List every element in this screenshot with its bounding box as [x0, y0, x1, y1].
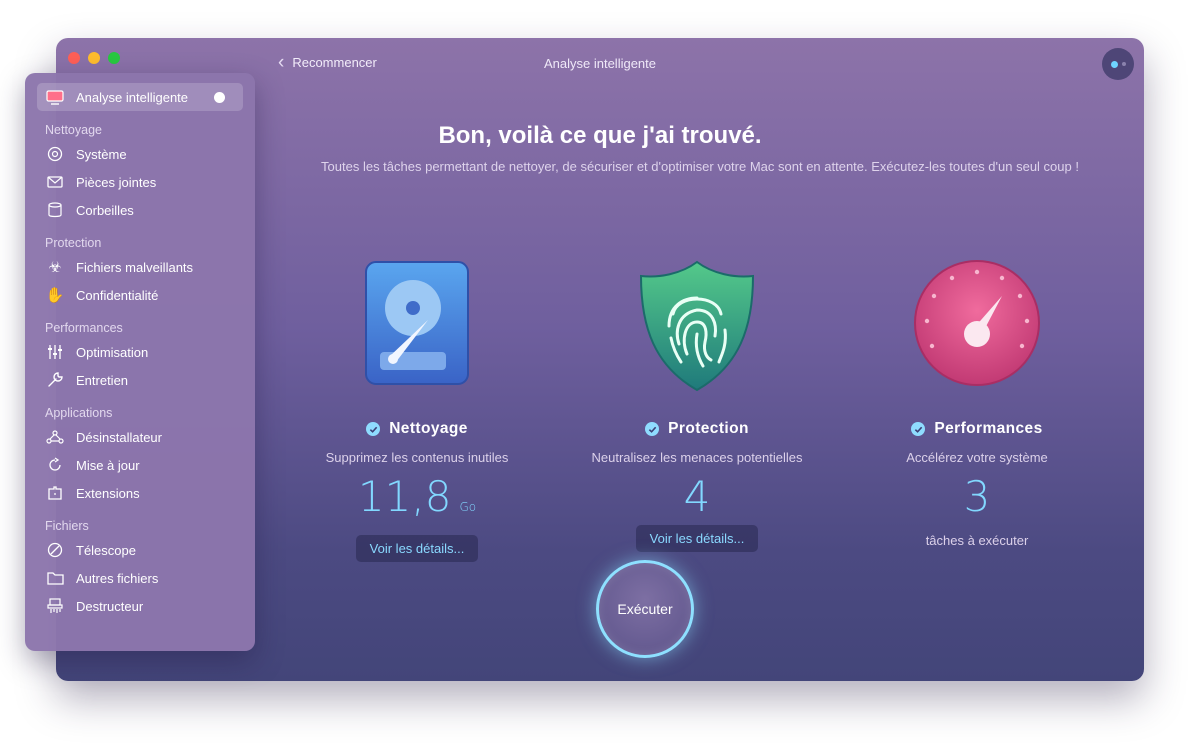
card-title: Nettoyage: [277, 420, 557, 438]
card-description: Neutralisez les menaces potentielles: [591, 450, 803, 465]
performance-card: Performances Accélérez votre système 3 t…: [837, 258, 1117, 548]
cleanup-size-value: 11,8 Go: [357, 472, 477, 521]
card-title: Protection: [557, 420, 837, 438]
assistant-dot-icon: [1121, 62, 1126, 66]
sidebar-item-optimization[interactable]: Optimisation: [37, 338, 243, 366]
sidebar-section-cleanup: Nettoyage: [45, 123, 102, 137]
sidebar-item-malware[interactable]: ☣ Fichiers malveillants: [37, 253, 243, 281]
cleanup-card: Nettoyage Supprimez les contenus inutile…: [277, 258, 557, 562]
sidebar-item-updater[interactable]: Mise à jour: [37, 451, 243, 479]
task-count-value: 3: [963, 472, 991, 521]
telescope-icon: [45, 540, 65, 560]
sidebar-item-shredder[interactable]: Destructeur: [37, 592, 243, 620]
sidebar-item-extensions[interactable]: Extensions: [37, 479, 243, 507]
card-title: Performances: [837, 420, 1117, 438]
threat-count-value: 4: [683, 472, 711, 521]
run-button[interactable]: Exécuter: [596, 560, 694, 658]
tasks-label: tâches à exécuter: [925, 533, 1029, 548]
speedometer-icon: [837, 258, 1117, 398]
system-icon: [45, 144, 65, 164]
check-icon: [366, 422, 381, 436]
sidebar-item-maintenance[interactable]: Entretien: [37, 366, 243, 394]
sliders-icon: [45, 342, 65, 362]
extensions-icon: [45, 483, 65, 503]
sidebar-item-smart-scan[interactable]: Analyse intelligente: [37, 83, 243, 111]
biohazard-icon: ☣: [48, 259, 62, 276]
hand-icon: ✋: [45, 287, 65, 304]
sidebar-section-performance: Performances: [45, 321, 123, 335]
hard-drive-icon: [277, 258, 557, 398]
cleanup-details-button[interactable]: Voir les détails...: [355, 535, 479, 562]
shredder-icon: [45, 596, 65, 616]
protection-details-button[interactable]: Voir les détails...: [635, 525, 759, 552]
window-title: Analyse intelligente: [543, 56, 657, 71]
assistant-button[interactable]: [1102, 48, 1134, 80]
sidebar-item-uninstaller[interactable]: Désinstallateur: [37, 423, 243, 451]
sidebar-item-trash[interactable]: Corbeilles: [37, 196, 243, 224]
sidebar-item-other-files[interactable]: Autres fichiers: [37, 564, 243, 592]
uninstaller-icon: [45, 427, 65, 447]
trash-icon: [45, 200, 65, 220]
sidebar-item-privacy[interactable]: ✋ Confidentialité: [37, 281, 243, 309]
sidebar-section-applications: Applications: [45, 406, 113, 420]
sidebar-item-system[interactable]: Système: [37, 140, 243, 168]
protection-card: Protection Neutralisez les menaces poten…: [557, 258, 837, 552]
monitor-icon: [45, 87, 65, 107]
status-dot: [214, 91, 225, 103]
update-icon: [45, 455, 65, 475]
mail-icon: [45, 172, 65, 192]
check-icon: [911, 422, 926, 436]
check-icon: [645, 422, 660, 436]
sidebar: Analyse intelligente Nettoyage Système P…: [25, 73, 255, 651]
sidebar-item-attachments[interactable]: Pièces jointes: [37, 168, 243, 196]
sidebar-section-files: Fichiers: [45, 519, 89, 533]
folder-icon: [45, 568, 65, 588]
wrench-icon: [45, 370, 65, 390]
card-description: Accélérez votre système: [906, 450, 1048, 465]
page-subheading: Toutes les tâches permettant de nettoyer…: [321, 159, 1079, 174]
sidebar-item-space-lens[interactable]: Télescope: [37, 536, 243, 564]
assistant-dot-icon: [1110, 60, 1118, 68]
card-description: Supprimez les contenus inutiles: [325, 450, 509, 465]
fingerprint-shield-icon: [557, 258, 837, 398]
sidebar-section-protection: Protection: [45, 236, 102, 250]
size-unit: Go: [459, 500, 477, 514]
